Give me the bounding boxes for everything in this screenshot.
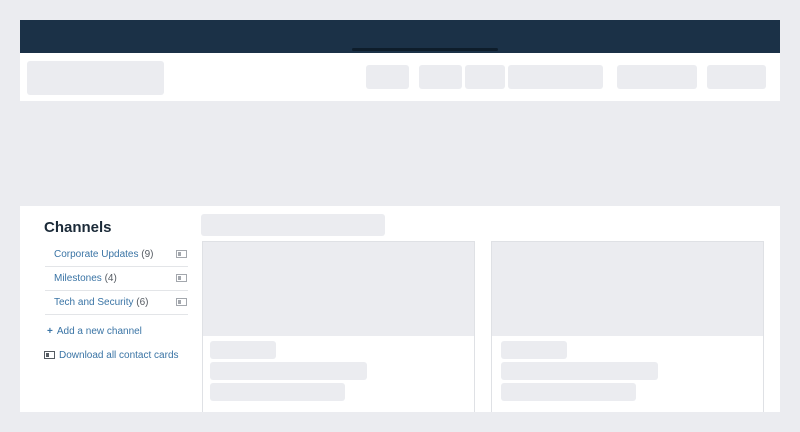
top-header-bar xyxy=(20,20,780,53)
content-card-1[interactable] xyxy=(202,241,475,412)
main-content-panel: Channels Corporate Updates (9) Milestone… xyxy=(20,206,780,412)
card-line-placeholder xyxy=(210,383,345,401)
add-channel-label: Add a new channel xyxy=(56,326,142,337)
channel-list: Corporate Updates (9) Milestones (4) Tec… xyxy=(45,243,188,315)
contact-card-icon xyxy=(44,350,55,359)
nav-item-placeholder-1[interactable] xyxy=(366,65,409,89)
channel-label: Milestones xyxy=(54,273,102,284)
channel-item-milestones[interactable]: Milestones (4) xyxy=(45,267,188,291)
card-line-placeholder xyxy=(210,362,367,380)
header-progress-line xyxy=(352,48,498,51)
navigation-bar xyxy=(20,53,780,101)
channel-item-tech-and-security[interactable]: Tech and Security (6) xyxy=(45,291,188,315)
channels-heading: Channels xyxy=(44,219,112,236)
download-cards-label: Download all contact cards xyxy=(59,350,179,361)
channel-label: Tech and Security xyxy=(54,297,134,308)
plus-icon: + xyxy=(47,326,53,337)
card-line-placeholder xyxy=(501,362,658,380)
channel-count: (9) xyxy=(141,249,154,260)
channel-count: (4) xyxy=(104,273,117,284)
nav-item-placeholder-4[interactable] xyxy=(508,65,603,89)
contact-card-icon[interactable] xyxy=(176,274,187,282)
card-line-placeholder xyxy=(501,341,567,359)
channel-item-corporate-updates[interactable]: Corporate Updates (9) xyxy=(45,243,188,267)
card-image-placeholder xyxy=(203,242,474,336)
card-line-placeholder xyxy=(501,383,636,401)
card-image-placeholder xyxy=(492,242,763,336)
content-card-2[interactable] xyxy=(491,241,764,412)
channel-label: Corporate Updates xyxy=(54,249,139,260)
card-line-placeholder xyxy=(210,341,276,359)
logo-placeholder[interactable] xyxy=(27,61,164,95)
channel-count: (6) xyxy=(136,297,149,308)
nav-item-placeholder-2[interactable] xyxy=(419,65,462,89)
section-title-placeholder xyxy=(201,214,385,236)
nav-item-placeholder-6[interactable] xyxy=(707,65,766,89)
nav-item-placeholder-3[interactable] xyxy=(465,65,505,89)
contact-card-icon[interactable] xyxy=(176,298,187,306)
download-contact-cards-link[interactable]: Download all contact cards xyxy=(44,350,179,361)
nav-item-placeholder-5[interactable] xyxy=(617,65,697,89)
contact-card-icon[interactable] xyxy=(176,250,187,258)
add-channel-link[interactable]: + Add a new channel xyxy=(47,326,142,337)
